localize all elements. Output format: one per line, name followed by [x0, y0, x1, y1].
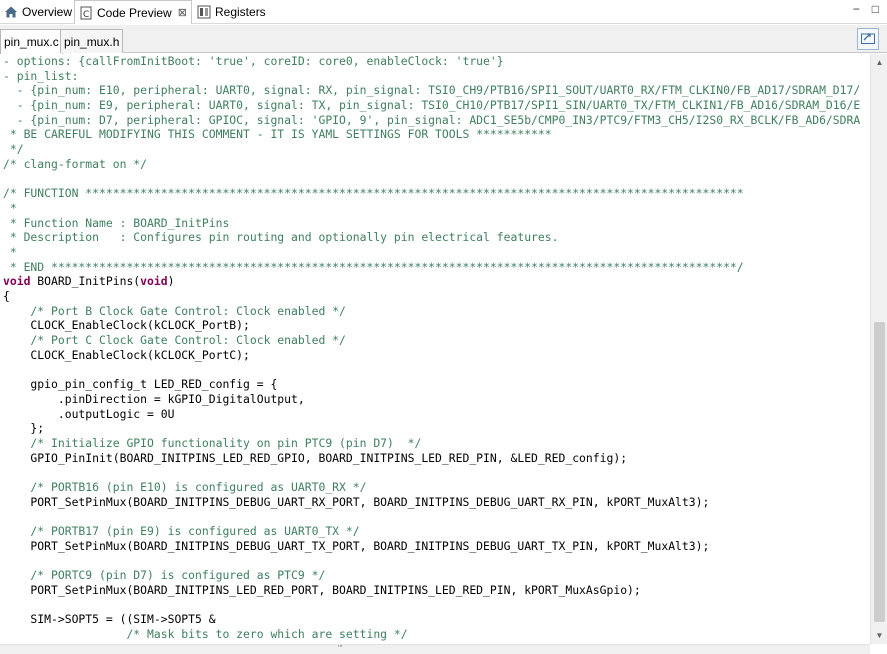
file-tab-bar: pin_mux.c pin_mux.h — [0, 25, 887, 54]
code-line: .pinDirection = kGPIO_DigitalOutput, — [3, 391, 305, 406]
maximize-button[interactable]: □ — [872, 2, 879, 16]
tab-registers[interactable]: Registers — [193, 0, 270, 24]
code-line: /* FUNCTION ****************************… — [3, 186, 744, 201]
code-line: - {pin_num: D7, peripheral: GPIOC, signa… — [3, 112, 861, 127]
code-line: PORT_SetPinMux(BOARD_INITPINS_DEBUG_UART… — [3, 494, 710, 509]
code-line: /* PORTB17 (pin E9) is configured as UAR… — [3, 524, 360, 538]
code-line: CLOCK_EnableClock(kCLOCK_PortB); — [3, 318, 250, 333]
code-preview-icon: C — [79, 6, 93, 20]
registers-icon — [197, 5, 211, 19]
code-line: /* PORTC9 (pin D7) is configured as PTC9… — [3, 568, 326, 583]
vertical-scrollbar[interactable]: ▲ ▼ — [870, 54, 887, 644]
code-line: .outputLogic = 0U — [3, 406, 175, 421]
code-line: SIM->SOPT5 = ((SIM->SOPT5 & — [3, 612, 216, 627]
code-line: - {pin_num: E10, peripheral: UART0, sign… — [3, 83, 861, 98]
code-line: * — [3, 200, 17, 215]
export-icon — [860, 29, 876, 50]
code-editor[interactable]: - options: {callFromInitBoot: 'true', co… — [0, 54, 870, 644]
tab-code-preview[interactable]: C Code Preview ⊠ — [74, 0, 192, 24]
code-line: /* clang-format on */ — [3, 156, 148, 171]
code-line: gpio_pin_config_t LED_RED_config = { — [3, 377, 278, 392]
code-line: { — [3, 289, 10, 303]
code-line: /* PORTB16 (pin E10) is configured as UA… — [3, 479, 367, 494]
scroll-down-icon[interactable]: ▼ — [871, 627, 887, 644]
tab-overview[interactable]: Overview — [0, 0, 76, 24]
code-line: PORT_SetPinMux(BOARD_INITPINS_LED_RED_PO… — [3, 582, 641, 597]
close-icon[interactable]: ⊠ — [178, 6, 187, 19]
svg-text:C: C — [83, 10, 89, 20]
code-line: * Description : Configures pin routing a… — [3, 230, 559, 245]
code-preview-window: Overview C Code Preview ⊠ Registers − □ … — [0, 0, 887, 654]
code-line: * BE CAREFUL MODIFYING THIS COMMENT - IT… — [3, 127, 552, 142]
code-line: }; — [3, 421, 45, 436]
window-controls: − □ — [853, 2, 879, 16]
code-line: GPIO_PinInit(BOARD_INITPINS_LED_RED_GPIO… — [3, 450, 628, 465]
export-button[interactable] — [857, 28, 879, 50]
code-line: /* Initialize GPIO functionality on pin … — [3, 435, 422, 450]
code-line: * — [3, 244, 17, 259]
code-line: /* Port C Clock Gate Control: Clock enab… — [3, 333, 346, 348]
scrollbar-thumb[interactable] — [874, 322, 885, 622]
file-tab-pin-mux-h[interactable]: pin_mux.h — [60, 29, 124, 53]
file-tab-label: pin_mux.c — [4, 35, 59, 49]
tab-code-preview-label: Code Preview — [97, 5, 172, 20]
code-line: PORT_SetPinMux(BOARD_INITPINS_DEBUG_UART… — [3, 538, 710, 553]
code-line: * END **********************************… — [3, 259, 744, 274]
file-tab-label: pin_mux.h — [64, 34, 120, 49]
scroll-up-icon[interactable]: ▲ — [871, 54, 887, 71]
code-line: * Function Name : BOARD_InitPins — [3, 215, 230, 230]
code-line: - pin_list: — [3, 68, 79, 83]
horizontal-scrollbar[interactable]: ''' — [0, 644, 870, 654]
code-line: */ — [3, 142, 24, 157]
code-line: /* Port B Clock Gate Control: Clock enab… — [3, 303, 346, 318]
code-line: CLOCK_EnableClock(kCLOCK_PortC); — [3, 347, 250, 362]
code-line: - {pin_num: E9, peripheral: UART0, signa… — [3, 98, 861, 113]
code-line: void BOARD_InitPins(void) — [3, 274, 175, 289]
tab-overview-label: Overview — [22, 5, 73, 19]
home-icon — [4, 5, 18, 19]
scrollbar-grip: ''' — [338, 644, 343, 653]
code-line: /* Mask bits to zero which are setting *… — [3, 626, 408, 641]
tab-registers-label: Registers — [215, 5, 266, 19]
code-line: - options: {callFromInitBoot: 'true', co… — [3, 54, 504, 68]
file-tab-pin-mux-c[interactable]: pin_mux.c — [0, 29, 63, 54]
minimize-button[interactable]: − — [853, 2, 860, 16]
view-tab-bar: Overview C Code Preview ⊠ Registers − □ — [0, 0, 887, 24]
